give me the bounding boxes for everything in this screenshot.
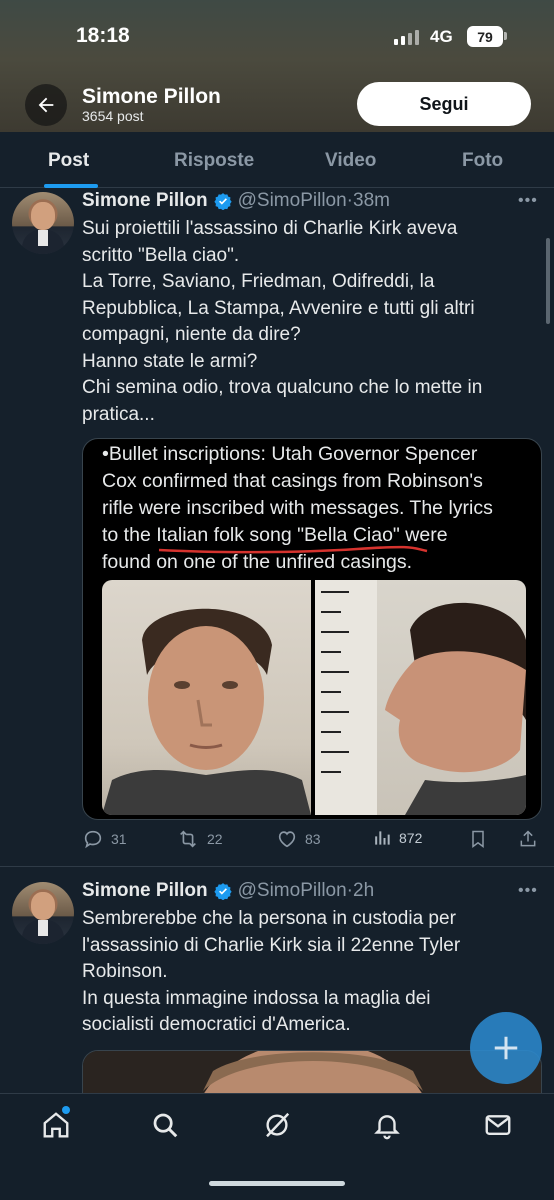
- profile-tabs: Post Risposte Video Foto: [0, 132, 554, 188]
- media-caption-text: •Bullet inscriptions: Utah Governor Spen…: [102, 443, 493, 573]
- reply-count: 31: [111, 831, 127, 847]
- tab-photos[interactable]: Foto: [462, 150, 503, 172]
- tab-post[interactable]: Post: [48, 150, 89, 172]
- notification-dot: [62, 1106, 70, 1114]
- more-options-icon[interactable]: •••: [518, 192, 538, 210]
- repost-button[interactable]: 22: [176, 828, 223, 850]
- tweet-actions: 31 22 83 872: [82, 828, 542, 852]
- post-count: 3654 post: [82, 108, 144, 124]
- mugshot-profile-photo: [315, 580, 526, 815]
- tweet-text: Sui proiettili l'assassino di Charlie Ki…: [82, 218, 483, 425]
- profile-name: Simone Pillon: [82, 85, 221, 108]
- messages-icon[interactable]: [483, 1110, 513, 1140]
- red-underline-mark: [158, 545, 428, 554]
- share-icon: [520, 830, 536, 847]
- tab-video[interactable]: Video: [325, 150, 376, 172]
- like-button[interactable]: 83: [276, 828, 321, 850]
- arrow-left-icon: [38, 97, 54, 113]
- author-name[interactable]: Simone Pillon: [82, 880, 208, 902]
- views-button[interactable]: 872: [372, 828, 422, 848]
- battery-tip: [504, 32, 507, 40]
- avatar[interactable]: [12, 192, 74, 254]
- scrollbar[interactable]: [546, 238, 550, 324]
- like-count: 83: [305, 831, 321, 847]
- network-type: 4G: [430, 27, 453, 46]
- reply-button[interactable]: 31: [82, 828, 127, 850]
- bookmark-button[interactable]: [468, 828, 488, 850]
- plus-icon: [494, 1036, 518, 1060]
- mugshot-front-photo: [102, 580, 311, 815]
- bookmark-icon: [472, 830, 484, 848]
- author-handle[interactable]: @SimoPillon: [238, 190, 347, 212]
- tweet-media[interactable]: •Bullet inscriptions: Utah Governor Spen…: [82, 438, 542, 820]
- views-icon: [375, 831, 390, 845]
- share-button[interactable]: [518, 828, 538, 850]
- repost-count: 22: [207, 831, 223, 847]
- heart-icon: [278, 831, 296, 848]
- grok-icon[interactable]: [262, 1110, 292, 1140]
- notifications-icon[interactable]: [372, 1110, 402, 1140]
- verified-badge-icon: [214, 193, 232, 210]
- author-handle[interactable]: @SimoPillon: [238, 880, 347, 902]
- more-options-icon[interactable]: •••: [518, 882, 538, 900]
- home-icon[interactable]: [41, 1110, 71, 1140]
- signal-icon: [394, 30, 419, 45]
- views-count: 872: [399, 830, 423, 846]
- battery-icon: 79: [467, 26, 503, 47]
- compose-post-button[interactable]: [470, 1012, 542, 1084]
- tweet-header: Simone Pillon @SimoPillon · 38m: [82, 190, 390, 212]
- reply-icon: [84, 830, 102, 849]
- avatar[interactable]: [12, 882, 74, 944]
- post-feed[interactable]: Simone Pillon @SimoPillon · 38m ••• Sui …: [0, 188, 554, 1093]
- author-name[interactable]: Simone Pillon: [82, 190, 208, 212]
- tweet-divider: [0, 866, 554, 867]
- home-indicator: [209, 1181, 345, 1186]
- verified-badge-icon: [214, 883, 232, 900]
- back-button[interactable]: [25, 84, 67, 126]
- profile-header: 18:18 4G 79 Simone Pillon 3654 post Segu…: [0, 0, 554, 132]
- tweet-time: 38m: [353, 190, 390, 211]
- status-time: 18:18: [76, 24, 130, 47]
- tweet-time: 2h: [353, 880, 375, 901]
- tweet-text: Sembrerebbe che la persona in custodia p…: [82, 908, 461, 1035]
- search-icon[interactable]: [150, 1110, 180, 1140]
- tab-replies[interactable]: Risposte: [174, 150, 254, 172]
- follow-button[interactable]: Segui: [357, 82, 531, 126]
- tweet-header: Simone Pillon @SimoPillon · 2h: [82, 880, 375, 902]
- repost-icon: [180, 830, 196, 848]
